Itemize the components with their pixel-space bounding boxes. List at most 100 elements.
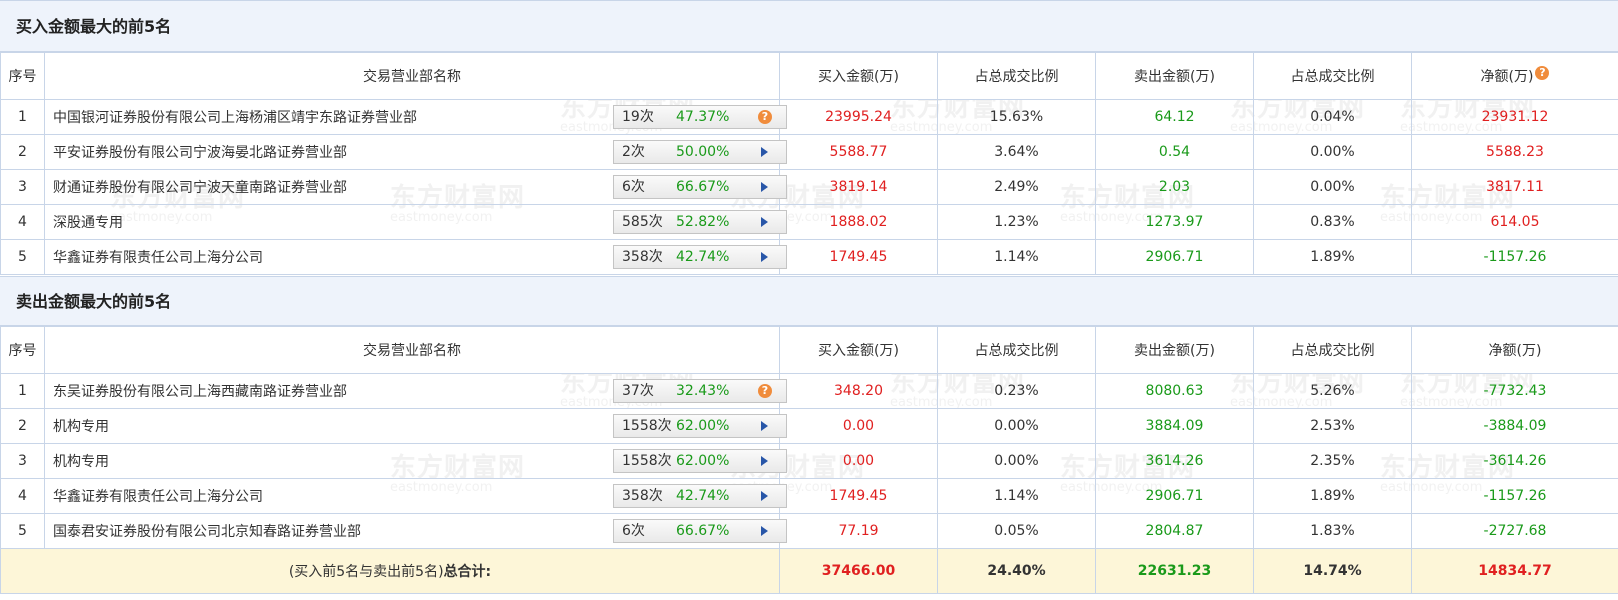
row-sell-amount: 8080.63 [1095, 373, 1254, 409]
trade-count: 358次 [622, 249, 663, 265]
row-buy-amount: 77.19 [779, 513, 938, 549]
col-name-header: 交易营业部名称 [44, 326, 780, 374]
trade-count: 37次 [622, 383, 654, 399]
trade-count: 6次 [622, 523, 645, 539]
arrow-right-icon[interactable] [761, 217, 768, 227]
win-rate: 47.37% [676, 109, 730, 125]
row-buy-amount: 3819.14 [779, 169, 938, 205]
row-net-amount: 614.05 [1411, 204, 1618, 240]
win-rate: 62.00% [676, 453, 730, 469]
col-net-header: 净额(万)? [1411, 52, 1618, 100]
broker-name-link[interactable]: 深股通专用 [53, 212, 123, 232]
trade-count: 585次 [622, 214, 663, 230]
total-row: (买入前5名与卖出前5名)总合计: 37466.00 24.40% 22631.… [0, 548, 1618, 594]
row-name-cell: 平安证券股份有限公司宁波海晏北路证券营业部 2次 50.00% [44, 134, 787, 170]
row-net-amount: 23931.12 [1411, 99, 1618, 135]
row-buy-pct: 2.49% [937, 169, 1096, 205]
broker-name-link[interactable]: 财通证券股份有限公司宁波天童南路证券营业部 [53, 177, 347, 197]
win-rate: 66.67% [676, 179, 730, 195]
broker-name-link[interactable]: 国泰君安证券股份有限公司北京知春路证券营业部 [53, 521, 361, 541]
trade-count: 19次 [622, 109, 654, 125]
broker-name-link[interactable]: 中国银河证券股份有限公司上海杨浦区靖宇东路证券营业部 [53, 107, 417, 127]
trade-count: 1558次 [622, 453, 672, 469]
table-row: 3 财通证券股份有限公司宁波天童南路证券营业部 6次 66.67% 3819.14 2.4… [0, 169, 1618, 205]
win-rate: 42.74% [676, 249, 730, 265]
col-buy-pct-header: 占总成交比例 [937, 52, 1096, 100]
trade-stats-button[interactable]: 358次 42.74% [613, 245, 787, 269]
row-buy-amount: 1749.45 [779, 478, 938, 514]
broker-name-link[interactable]: 机构专用 [53, 451, 109, 471]
trade-stats-button[interactable]: 37次 32.43%? [613, 379, 787, 403]
total-buy-pct: 24.40% [937, 548, 1096, 594]
row-index: 1 [0, 99, 45, 135]
row-buy-pct: 1.14% [937, 478, 1096, 514]
help-icon[interactable]: ? [758, 110, 772, 124]
arrow-right-icon[interactable] [761, 182, 768, 192]
trade-stats-button[interactable]: 19次 47.37%? [613, 105, 787, 129]
row-buy-amount: 348.20 [779, 373, 938, 409]
row-buy-amount: 1888.02 [779, 204, 938, 240]
row-index: 2 [0, 134, 45, 170]
row-sell-amount: 2906.71 [1095, 239, 1254, 275]
row-sell-pct: 2.53% [1253, 408, 1412, 444]
broker-name-link[interactable]: 平安证券股份有限公司宁波海晏北路证券营业部 [53, 142, 347, 162]
broker-name-link[interactable]: 机构专用 [53, 416, 109, 436]
sell-top5-title: 卖出金额最大的前5名 [0, 276, 1618, 326]
table-row: 3 机构专用 1558次 62.00% 0.00 0.00% 3614.26 2.35% -36… [0, 443, 1618, 479]
arrow-right-icon[interactable] [761, 252, 768, 262]
sell-top5-table: 序号 交易营业部名称 买入金额(万) 占总成交比例 卖出金额(万) 占总成交比例… [0, 326, 1618, 594]
row-buy-pct: 15.63% [937, 99, 1096, 135]
trade-count: 2次 [622, 144, 645, 160]
arrow-right-icon[interactable] [761, 526, 768, 536]
row-index: 3 [0, 443, 45, 479]
row-index: 2 [0, 408, 45, 444]
row-index: 5 [0, 239, 45, 275]
row-name-cell: 机构专用 1558次 62.00% [44, 408, 787, 444]
row-buy-pct: 1.23% [937, 204, 1096, 240]
col-buy-header: 买入金额(万) [779, 326, 938, 374]
row-sell-pct: 1.89% [1253, 239, 1412, 275]
row-name-cell: 深股通专用 585次 52.82% [44, 204, 787, 240]
trade-count: 1558次 [622, 418, 672, 434]
win-rate: 32.43% [676, 383, 730, 399]
row-index: 1 [0, 373, 45, 409]
col-index-header: 序号 [0, 52, 45, 100]
table-row: 1 中国银河证券股份有限公司上海杨浦区靖宇东路证券营业部 19次 47.37%? 239… [0, 99, 1618, 135]
trade-stats-button[interactable]: 585次 52.82% [613, 210, 787, 234]
col-index-header: 序号 [0, 326, 45, 374]
row-sell-amount: 3884.09 [1095, 408, 1254, 444]
arrow-right-icon[interactable] [761, 421, 768, 431]
buy-top5-title: 买入金额最大的前5名 [0, 0, 1618, 52]
row-buy-pct: 3.64% [937, 134, 1096, 170]
row-net-amount: -1157.26 [1411, 239, 1618, 275]
trade-stats-button[interactable]: 1558次 62.00% [613, 414, 787, 438]
row-buy-pct: 0.00% [937, 443, 1096, 479]
row-net-amount: -3614.26 [1411, 443, 1618, 479]
trade-stats-button[interactable]: 1558次 62.00% [613, 449, 787, 473]
win-rate: 42.74% [676, 488, 730, 504]
row-name-cell: 华鑫证券有限责任公司上海分公司 358次 42.74% [44, 478, 787, 514]
row-net-amount: -7732.43 [1411, 373, 1618, 409]
arrow-right-icon[interactable] [761, 456, 768, 466]
row-sell-pct: 1.89% [1253, 478, 1412, 514]
row-buy-amount: 1749.45 [779, 239, 938, 275]
col-buy-pct-header: 占总成交比例 [937, 326, 1096, 374]
row-buy-amount: 5588.77 [779, 134, 938, 170]
trade-stats-button[interactable]: 6次 66.67% [613, 519, 787, 543]
trade-stats-button[interactable]: 6次 66.67% [613, 175, 787, 199]
row-net-amount: 5588.23 [1411, 134, 1618, 170]
help-icon[interactable]: ? [758, 384, 772, 398]
arrow-right-icon[interactable] [761, 491, 768, 501]
row-name-cell: 机构专用 1558次 62.00% [44, 443, 787, 479]
broker-name-link[interactable]: 华鑫证券有限责任公司上海分公司 [53, 486, 263, 506]
arrow-right-icon[interactable] [761, 147, 768, 157]
table-row: 2 平安证券股份有限公司宁波海晏北路证券营业部 2次 50.00% 5588.77 3.6… [0, 134, 1618, 170]
help-icon[interactable]: ? [1535, 66, 1550, 80]
table-row: 4 深股通专用 585次 52.82% 1888.02 1.23% 1273.97 0.83%… [0, 204, 1618, 240]
row-sell-pct: 5.26% [1253, 373, 1412, 409]
broker-name-link[interactable]: 东吴证券股份有限公司上海西藏南路证券营业部 [53, 381, 347, 401]
trade-stats-button[interactable]: 2次 50.00% [613, 140, 787, 164]
trade-stats-button[interactable]: 358次 42.74% [613, 484, 787, 508]
broker-name-link[interactable]: 华鑫证券有限责任公司上海分公司 [53, 247, 263, 267]
win-rate: 66.67% [676, 523, 730, 539]
